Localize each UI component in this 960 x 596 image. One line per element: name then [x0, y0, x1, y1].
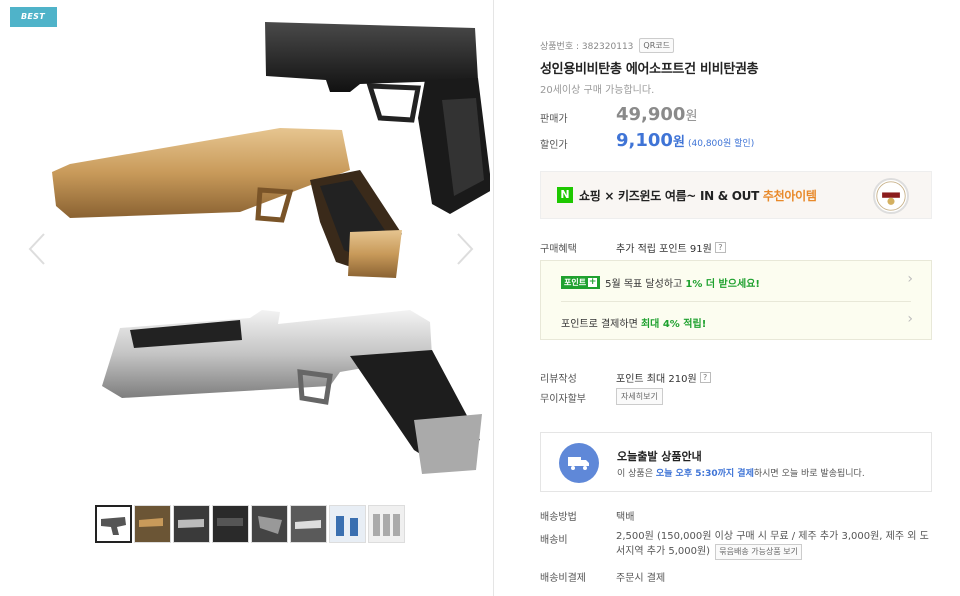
- review-help-icon[interactable]: ?: [699, 372, 711, 383]
- thumbnail-1[interactable]: [95, 505, 132, 543]
- sale-price-unit: 원: [685, 109, 698, 124]
- delivery-method-label: 배송방법: [540, 512, 577, 523]
- sale-price: 49,900원: [616, 104, 697, 125]
- gold-pistol-graphic: [52, 128, 402, 278]
- point-promo-row-1[interactable]: 포인트 + 5월 목표 달성하고 1% 더 받으세요!: [561, 275, 760, 290]
- point-divider: [561, 301, 911, 302]
- point-row-2-prefix: 포인트로 결제하면: [561, 319, 641, 330]
- point-badge-label: 포인트: [564, 278, 587, 287]
- promo-banner-highlight: 추천아이템: [762, 188, 817, 203]
- point-row-2-text: 포인트로 결제하면 최대 4% 적립!: [561, 315, 706, 330]
- product-main-image[interactable]: [30, 0, 490, 500]
- point-row-1-prefix: 5월 목표 달성하고: [605, 279, 686, 290]
- thumbnail-5[interactable]: [251, 505, 288, 543]
- thumbnail-2[interactable]: [134, 505, 171, 543]
- delivery-fee: 2,500원 (150,000원 이상 구매 시 무료 / 제주 추가 3,00…: [616, 530, 932, 560]
- shipping-desc-prefix: 이 상품은: [617, 469, 656, 479]
- installment-detail-button[interactable]: 자세히보기: [616, 388, 663, 405]
- sale-price-value: 49,900: [616, 104, 686, 125]
- point-row-1-highlight: 1% 더 받으세요!: [685, 279, 760, 290]
- product-number: 상품번호 : 382320113: [540, 42, 634, 52]
- thumbnail-6[interactable]: [290, 505, 327, 543]
- bundle-shipping-button[interactable]: 묶음배송 가능상품 보기: [715, 544, 802, 560]
- shipping-notice-desc: 이 상품은 오늘 오후 5:30까지 결제하시면 오늘 바로 발송됩니다.: [617, 466, 865, 479]
- purchase-benefit-value: 추가 적립 포인트 91원: [616, 244, 712, 255]
- purchase-benefit-label: 구매혜택: [540, 244, 577, 255]
- naver-n-logo-icon: N: [557, 187, 573, 203]
- point-promo-row-2[interactable]: 포인트로 결제하면 최대 4% 적립!: [561, 315, 706, 330]
- promo-banner-prefix: 쇼핑 × 키즈윈도 여름~ IN & OUT: [579, 188, 763, 203]
- today-shipping-notice: 오늘출발 상품안내 이 상품은 오늘 오후 5:30까지 결제하시면 오늘 바로…: [540, 432, 932, 492]
- point-plus-icon: +: [588, 277, 598, 287]
- product-number-line: 상품번호 : 382320113 QR코드: [540, 38, 674, 53]
- discount-price-label: 할인가: [540, 140, 568, 151]
- product-image-panel: BEST: [10, 0, 494, 596]
- shipping-desc-suffix: 하시면 오늘 바로 발송됩니다.: [753, 469, 865, 479]
- point-row-1-text: 5월 목표 달성하고 1% 더 받으세요!: [605, 275, 760, 290]
- review-points: 포인트 최대 210원 ?: [616, 370, 711, 385]
- age-restriction-note: 20세이상 구매 가능합니다.: [540, 85, 655, 96]
- next-image-arrow-icon[interactable]: [452, 232, 478, 266]
- chevron-right-icon[interactable]: ›: [907, 311, 913, 327]
- qr-code-button[interactable]: QR코드: [639, 38, 674, 53]
- thumbnail-8[interactable]: [368, 505, 405, 543]
- promo-banner[interactable]: N 쇼핑 × 키즈윈도 여름~ IN & OUT 추천아이템: [540, 171, 932, 219]
- silver-pistol-graphic: [102, 310, 482, 474]
- purchase-benefit: 추가 적립 포인트 91원 ?: [616, 240, 726, 255]
- discount-price-value: 9,100: [616, 130, 673, 151]
- benefit-help-icon[interactable]: ?: [714, 242, 726, 253]
- point-badge: 포인트 +: [561, 276, 601, 289]
- thumbnail-strip: [95, 505, 405, 543]
- shipping-payment-label: 배송비결제: [540, 573, 586, 584]
- installment-label: 무이자할부: [540, 394, 586, 405]
- product-title: 성인용비비탄총 에어소프트건 비비탄권총: [540, 62, 759, 77]
- discount-price-unit: 원: [672, 135, 685, 150]
- chevron-right-icon[interactable]: ›: [907, 271, 913, 287]
- shipping-desc-highlight: 오늘 오후 5:30까지 결제: [655, 469, 754, 479]
- delivery-method-value: 택배: [616, 512, 635, 523]
- shipping-notice-title: 오늘출발 상품안내: [617, 450, 702, 463]
- promo-banner-text: 쇼핑 × 키즈윈도 여름~ IN & OUT 추천아이템: [579, 187, 817, 204]
- delivery-fee-label: 배송비: [540, 535, 568, 546]
- review-label: 리뷰작성: [540, 374, 577, 385]
- shipping-payment-value: 주문시 결제: [616, 573, 666, 584]
- discount-price: 9,100원: [616, 130, 685, 151]
- thumbnail-7[interactable]: [329, 505, 366, 543]
- point-promo-box: 포인트 + 5월 목표 달성하고 1% 더 받으세요! › 포인트로 결제하면 …: [540, 260, 932, 340]
- thumbnail-3[interactable]: [173, 505, 210, 543]
- product-info-panel: 상품번호 : 382320113 QR코드 성인용비비탄총 에어소프트건 비비탄…: [540, 0, 932, 596]
- sale-price-label: 판매가: [540, 114, 568, 125]
- review-points-value: 포인트 최대 210원: [616, 374, 697, 385]
- discount-amount-note: (40,800원 할인): [688, 139, 755, 149]
- point-row-2-highlight: 최대 4% 적립!: [640, 319, 707, 330]
- truck-icon: [559, 443, 599, 483]
- brand-seal-icon: [873, 178, 909, 214]
- thumbnail-4[interactable]: [212, 505, 249, 543]
- prev-image-arrow-icon[interactable]: [24, 232, 50, 266]
